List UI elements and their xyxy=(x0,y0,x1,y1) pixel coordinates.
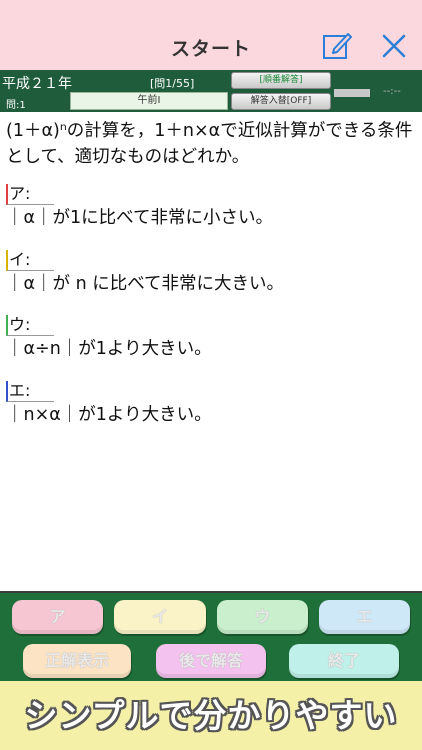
option-i: イ: ｜α｜が n に比べて非常に大きい。 xyxy=(6,250,416,296)
question-header: 平成２１年 問:1 [問1/55] 午前Ⅰ [順番解答] 解答入替[OFF] -… xyxy=(0,70,422,112)
close-icon[interactable] xyxy=(381,33,407,59)
option-mark: ア: xyxy=(6,184,55,205)
option-mark: エ: xyxy=(6,381,55,402)
nav-bar: スタート xyxy=(0,0,422,70)
question-number: 問:1 xyxy=(6,100,26,111)
option-mark: イ: xyxy=(6,250,55,271)
timer-display: --:-- xyxy=(383,86,401,97)
answer-panel: ア イ ウ エ 正解表示 後で解答 終了 xyxy=(0,591,422,681)
option-u: ウ: ｜α÷n｜が1より大きい。 xyxy=(6,315,416,361)
option-text: ｜α÷n｜が1より大きい。 xyxy=(6,339,212,359)
exam-year: 平成２１年 xyxy=(2,76,72,92)
show-answer-button[interactable]: 正解表示 xyxy=(23,644,131,678)
option-text: ｜α｜が1に比べて非常に小さい。 xyxy=(6,208,273,228)
answer-i-button[interactable]: イ xyxy=(114,600,206,634)
tagline-banner: シンプルで分かりやすい xyxy=(0,681,422,750)
option-text: ｜α｜が n に比べて非常に大きい。 xyxy=(6,274,285,294)
timer-bar xyxy=(334,89,370,97)
option-a: ア: ｜α｜が1に比べて非常に小さい。 xyxy=(6,184,416,230)
order-answer-button[interactable]: [順番解答] xyxy=(231,72,331,89)
answer-u-button[interactable]: ウ xyxy=(217,600,308,634)
answer-later-button[interactable]: 後で解答 xyxy=(156,644,266,678)
answer-e-button[interactable]: エ xyxy=(319,600,410,634)
question-text: (1＋α)ⁿの計算を，1＋n×αで近似計算ができる条件として、適切なものはどれか… xyxy=(6,121,413,167)
page-title: スタート xyxy=(170,38,251,60)
option-text: ｜n×α｜が1より大きい。 xyxy=(6,405,212,425)
option-e: エ: ｜n×α｜が1より大きい。 xyxy=(6,381,416,427)
question-counter: [問1/55] xyxy=(150,77,195,90)
end-button[interactable]: 終了 xyxy=(289,644,399,678)
option-mark: ウ: xyxy=(6,315,55,336)
edit-note-icon[interactable] xyxy=(322,31,352,61)
answer-swap-button[interactable]: 解答入替[OFF] xyxy=(231,93,331,110)
session-label: 午前Ⅰ xyxy=(70,92,228,110)
answer-a-button[interactable]: ア xyxy=(12,600,103,634)
